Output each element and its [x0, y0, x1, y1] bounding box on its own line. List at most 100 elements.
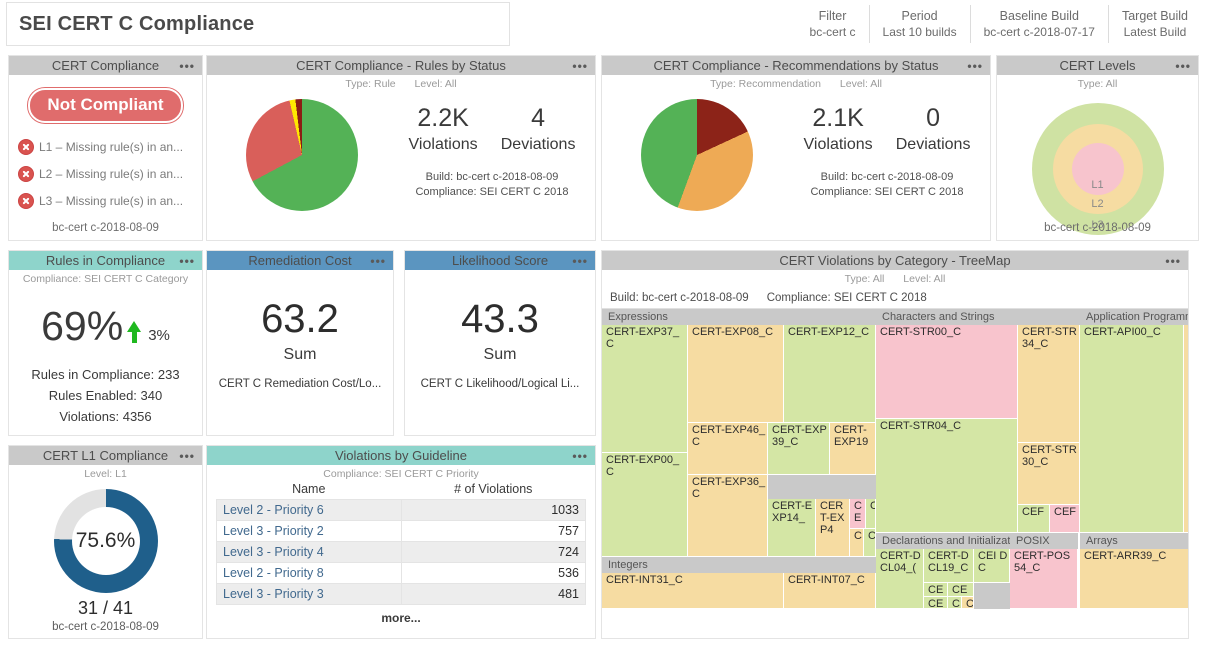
card-body-treemap: Type: All Level: All Build: bc-cert c-20…: [602, 270, 1188, 638]
treemap-leaf[interactable]: C: [962, 597, 974, 609]
treemap-leaf[interactable]: C: [864, 529, 876, 557]
build-label: bc-cert c-2018-08-09: [9, 222, 202, 234]
kpi-deviations-value: 4: [501, 103, 576, 133]
treemap-leaf[interactable]: CERT-POS54_C: [1010, 549, 1078, 609]
filter-control-target-build[interactable]: Target Build Latest Build: [1108, 5, 1201, 43]
cell-name[interactable]: Level 3 - Priority 3: [217, 584, 402, 605]
card-menu-icon[interactable]: •••: [370, 257, 386, 265]
meta-level: Level: L1: [84, 468, 127, 480]
column-header-violations[interactable]: # of Violations: [401, 481, 586, 500]
card-menu-icon[interactable]: •••: [179, 257, 195, 265]
treemap-leaf[interactable]: CERT-DCL04_(: [876, 549, 924, 609]
treemap-leaf[interactable]: CERT-: [948, 583, 974, 597]
card-menu-icon[interactable]: •••: [572, 62, 588, 70]
card-menu-icon[interactable]: •••: [572, 257, 588, 265]
treemap-leaf-label: CERT-API00_C: [1084, 326, 1182, 338]
treemap-leaf[interactable]: CERT-INT07_C: [784, 573, 876, 609]
pie-chart-recommendations[interactable]: [641, 99, 753, 211]
list-item[interactable]: L1 – Missing rule(s) in an...: [18, 133, 202, 160]
level-label-l1: L1: [1091, 179, 1103, 195]
donut-chart-l1-compliance[interactable]: 75.6%: [54, 489, 158, 593]
treemap-leaf[interactable]: CERT-EXP39_C: [768, 423, 830, 475]
treemap-leaf[interactable]: CEF: [1018, 505, 1050, 533]
cell-name[interactable]: Level 3 - Priority 4: [217, 542, 402, 563]
treemap-leaf[interactable]: CERT-ARR39_C: [1080, 549, 1188, 609]
filter-control-period[interactable]: Period Last 10 builds: [869, 5, 970, 43]
treemap-group[interactable]: Declarations and InitializatiCERT-DCL04_…: [876, 533, 1010, 609]
cell-name[interactable]: Level 2 - Priority 8: [217, 563, 402, 584]
list-item[interactable]: L3 – Missing rule(s) in an...: [18, 187, 202, 214]
card-rules-by-status: CERT Compliance - Rules by Status ••• Ty…: [206, 55, 596, 241]
build-label: Build: bc-cert c-2018-08-09: [792, 170, 982, 185]
card-body-cert-levels: Type: All L3 L2 L1 bc-cert c-2018-08-09: [997, 75, 1198, 240]
treemap-leaf[interactable]: CERT-STR04_C: [876, 419, 1018, 533]
card-menu-icon[interactable]: •••: [1165, 257, 1181, 265]
treemap-leaf[interactable]: CEF: [1050, 505, 1080, 533]
cert-levels-diagram: L3 L2 L1: [1032, 103, 1164, 235]
table-row[interactable]: Level 3 - Priority 2 757: [217, 521, 586, 542]
treemap-leaf[interactable]: CERT-EXP19: [830, 423, 876, 475]
more-link[interactable]: more...: [207, 605, 595, 625]
build-label: Build: bc-cert c-2018-08-09: [397, 170, 587, 185]
treemap-leaf[interactable]: CE: [850, 499, 866, 529]
card-body-violations-by-guideline: Compliance: SEI CERT C Priority Name # o…: [207, 465, 595, 638]
table-row[interactable]: Level 2 - Priority 6 1033: [217, 500, 586, 521]
treemap-leaf[interactable]: CERT-STR00_C: [876, 325, 1018, 419]
treemap-leaf[interactable]: C: [850, 529, 864, 557]
pie-chart-rules-holder: [207, 95, 397, 211]
card-menu-icon[interactable]: •••: [1175, 62, 1191, 70]
treemap-group[interactable]: POSIXCERT-POS54_C: [1010, 533, 1078, 609]
treemap-leaf[interactable]: CERT-EXP14_: [768, 499, 816, 557]
treemap-group[interactable]: ArraysCERT-ARR39_C: [1080, 533, 1188, 609]
column-header-name[interactable]: Name: [217, 481, 402, 500]
compliance-issue-list: L1 – Missing rule(s) in an... L2 – Missi…: [9, 123, 202, 214]
level-ring-l1[interactable]: L1: [1072, 143, 1124, 195]
card-menu-icon[interactable]: •••: [572, 452, 588, 460]
card-menu-icon[interactable]: •••: [179, 452, 195, 460]
treemap-leaf[interactable]: CERT-API00_C: [1080, 325, 1184, 533]
pie-chart-rules[interactable]: [246, 99, 358, 211]
filter-label-target-build: Target Build: [1122, 8, 1188, 24]
cell-violations: 757: [401, 521, 586, 542]
treemap-leaf[interactable]: CERT-DCL19_C: [924, 549, 974, 583]
treemap-leaf[interactable]: CERT-EXP08_C: [688, 325, 784, 423]
filter-control-baseline-build[interactable]: Baseline Build bc-cert c-2018-07-17: [970, 5, 1108, 43]
cell-name[interactable]: Level 3 - Priority 2: [217, 521, 402, 542]
treemap-leaf-label: CERT-STR30_C: [1022, 444, 1078, 468]
remediation-cost-value: 63.2: [207, 270, 393, 342]
card-meta-l1-compliance: Level: L1: [9, 465, 202, 481]
treemap-leaf[interactable]: CERT-EXP46_C: [688, 423, 768, 475]
card-menu-icon[interactable]: •••: [967, 62, 983, 70]
rules-kpi-holder: 2.2K Violations 4 Deviations Build: bc-c…: [397, 95, 595, 200]
list-item[interactable]: L2 – Missing rule(s) in an...: [18, 160, 202, 187]
treemap-leaf[interactable]: CERT-EXP36_C: [688, 475, 768, 557]
table-row[interactable]: Level 3 - Priority 4 724: [217, 542, 586, 563]
treemap-group[interactable]: Characters and StringsCERT-STR00_CCERT-S…: [876, 309, 1080, 533]
treemap-group[interactable]: ExpressionsCERT-EXP37_CCERT-EXP08_CCERT-…: [602, 309, 876, 557]
treemap-leaf[interactable]: C: [866, 499, 876, 529]
rules-kpi-pair: 2.2K Violations 4 Deviations: [397, 95, 587, 157]
table-row[interactable]: Level 2 - Priority 8 536: [217, 563, 586, 584]
cell-name[interactable]: Level 2 - Priority 6: [217, 500, 402, 521]
treemap-group[interactable]: IntegersCERT-INT31_CCERT-INT07_C: [602, 557, 876, 609]
treemap-leaf[interactable]: CERT-EXP37_C: [602, 325, 688, 453]
treemap-canvas[interactable]: ExpressionsCERT-EXP37_CCERT-EXP08_CCERT-…: [602, 309, 1188, 638]
treemap-leaf-label: CERT-STR04_C: [880, 420, 1016, 432]
treemap-leaf[interactable]: [1184, 325, 1188, 533]
treemap-leaf[interactable]: CERT-EXP4: [816, 499, 850, 557]
treemap-leaf[interactable]: CERT-EXP00_C: [602, 453, 688, 557]
treemap-group[interactable]: Application ProgrammCERT-API00_C: [1080, 309, 1188, 533]
treemap-leaf[interactable]: CERT-: [924, 583, 948, 597]
card-menu-icon[interactable]: •••: [179, 62, 195, 70]
treemap-leaf[interactable]: C: [948, 597, 962, 609]
treemap-leaf[interactable]: CERT-: [924, 597, 948, 609]
kpi-deviations: 0 Deviations: [896, 103, 971, 157]
table-header-row: Name # of Violations: [217, 481, 586, 500]
treemap-leaf[interactable]: CEI DC: [974, 549, 1010, 583]
treemap-leaf[interactable]: CERT-STR30_C: [1018, 443, 1080, 505]
treemap-leaf[interactable]: CERT-INT31_C: [602, 573, 784, 609]
treemap-leaf[interactable]: CERT-EXP12_C: [784, 325, 876, 423]
treemap-leaf[interactable]: CERT-STR34_C: [1018, 325, 1080, 443]
table-row[interactable]: Level 3 - Priority 3 481: [217, 584, 586, 605]
filter-control-filter[interactable]: Filter bc-cert c: [797, 5, 869, 43]
